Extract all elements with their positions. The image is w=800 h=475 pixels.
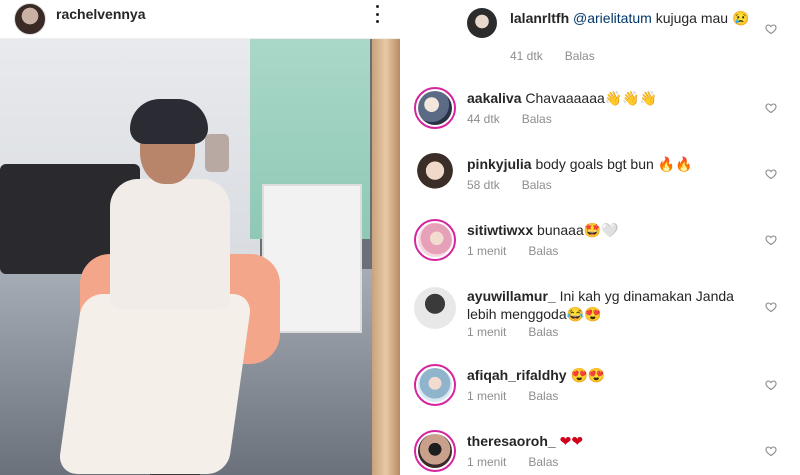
heart-outline-icon[interactable] [765, 23, 777, 35]
comment-time: 1 menit [467, 389, 507, 403]
commenter-avatar[interactable] [414, 364, 456, 406]
poster-username[interactable]: rachelvennya [56, 6, 146, 22]
reply-button[interactable]: Balas [522, 112, 552, 126]
comment-time: 1 menit [467, 325, 507, 339]
heart-outline-icon[interactable] [765, 379, 777, 391]
comments-panel: lalanrltfh @arielitatum kujuga mau 😢 41 … [400, 0, 800, 475]
post-photo[interactable] [0, 39, 400, 475]
comment-time: 41 dtk [510, 49, 543, 63]
reply-button[interactable]: Balas [528, 389, 558, 403]
heart-outline-icon[interactable] [765, 234, 777, 246]
commenter-avatar[interactable] [414, 87, 456, 129]
heart-outline-icon[interactable] [765, 301, 777, 313]
heart-outline-icon[interactable] [765, 168, 777, 180]
comment-username[interactable]: aakaliva [467, 90, 522, 106]
reply-button[interactable]: Balas [522, 178, 552, 192]
comment-meta: 1 menit Balas [467, 389, 580, 403]
comment-text: sitiwtiwxx bunaaa🤩🤍 [467, 221, 767, 239]
post-panel: rachelvennya [0, 0, 400, 475]
comment-meta: 1 menit Balas [467, 325, 580, 339]
kebab-menu-icon[interactable] [370, 3, 384, 25]
comment-time: 1 menit [467, 244, 507, 258]
comment-text: theresaoroh_ ❤❤ [467, 432, 767, 450]
comment-body: body goals bgt bun 🔥🔥 [531, 156, 693, 172]
comment-username[interactable]: theresaoroh_ [467, 433, 556, 449]
comment-username[interactable]: sitiwtiwxx [467, 222, 533, 238]
comment-username[interactable]: afiqah_rifaldhy [467, 367, 567, 383]
comment-mention[interactable]: @arielitatum [573, 10, 652, 26]
comment-meta: 1 menit Balas [467, 244, 580, 258]
commenter-avatar[interactable] [414, 287, 456, 329]
comment-body: kujuga mau 😢 [651, 10, 750, 26]
comment-text: pinkyjulia body goals bgt bun 🔥🔥 [467, 155, 767, 173]
reply-button[interactable]: Balas [528, 325, 558, 339]
comment-meta: 44 dtk Balas [467, 112, 574, 126]
comment-body: bunaaa🤩🤍 [533, 222, 619, 238]
comment-username[interactable]: lalanrltfh [510, 10, 569, 26]
comment-body: Chavaaaaaa👋👋👋 [521, 90, 658, 106]
comment-time: 1 menit [467, 455, 507, 469]
commenter-avatar[interactable] [414, 430, 456, 472]
comment-text: aakaliva Chavaaaaaa👋👋👋 [467, 89, 767, 107]
comment-meta: 41 dtk Balas [510, 49, 617, 63]
comment-text: lalanrltfh @arielitatum kujuga mau 😢 [510, 9, 760, 27]
comment-time: 44 dtk [467, 112, 500, 126]
reply-button[interactable]: Balas [565, 49, 595, 63]
poster-avatar[interactable] [14, 3, 46, 35]
comment-text: ayuwillamur_ Ini kah yg dinamakan Janda … [467, 287, 757, 323]
reply-button[interactable]: Balas [528, 455, 558, 469]
heart-outline-icon[interactable] [765, 102, 777, 114]
commenter-avatar[interactable] [414, 153, 456, 195]
comment-username[interactable]: pinkyjulia [467, 156, 532, 172]
comment-meta: 1 menit Balas [467, 455, 580, 469]
comment-body: 😍😍 [566, 367, 606, 383]
heart-outline-icon[interactable] [765, 445, 777, 457]
post-header: rachelvennya [0, 0, 400, 39]
comment-username[interactable]: ayuwillamur_ [467, 288, 556, 304]
comment-meta: 58 dtk Balas [467, 178, 574, 192]
commenter-avatar[interactable] [414, 219, 456, 261]
reply-button[interactable]: Balas [528, 244, 558, 258]
comment-text: afiqah_rifaldhy 😍😍 [467, 366, 767, 384]
commenter-avatar[interactable] [467, 8, 497, 38]
comment-body: ❤❤ [555, 433, 584, 449]
comment-time: 58 dtk [467, 178, 500, 192]
